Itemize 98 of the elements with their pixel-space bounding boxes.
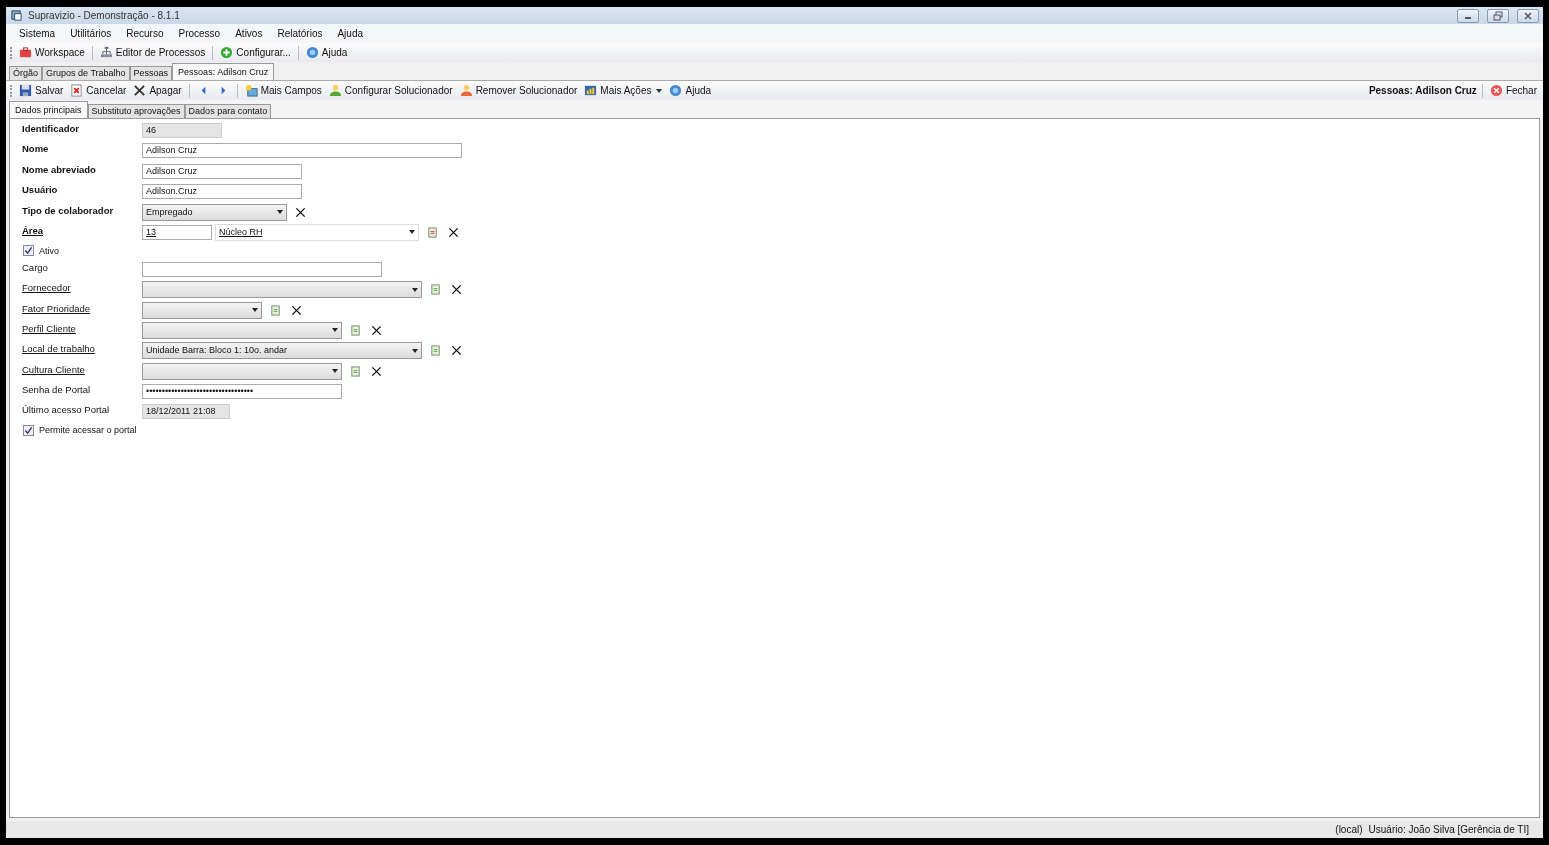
input-field[interactable]: Adilson Cruz [142, 163, 302, 179]
field-label: Senha de Portal [22, 384, 92, 396]
combo-box[interactable]: Empregado [142, 203, 287, 221]
toolbar-button[interactable]: Ajuda [303, 46, 350, 59]
checkbox[interactable] [23, 245, 34, 257]
close-icon [294, 206, 306, 218]
close-icon [290, 304, 302, 316]
toolbar-button[interactable]: Mais Campos [242, 84, 324, 97]
field-label: Identificador [22, 123, 80, 134]
caret-icon [656, 88, 663, 93]
close-button[interactable] [1517, 8, 1539, 23]
restore-icon [1493, 10, 1503, 21]
status-text: Usuário: João Silva [Gerência de TI] [1368, 824, 1529, 835]
checkbox-label: Permite acessar o portal [39, 425, 137, 436]
check-icon [24, 246, 33, 256]
close-icon [450, 284, 462, 296]
close-icon [370, 324, 382, 336]
document-icon [429, 284, 441, 296]
field-label: Usuário [22, 184, 59, 196]
document-icon [349, 365, 361, 377]
user-icon [328, 84, 342, 97]
menu-item[interactable]: Processo [178, 28, 221, 39]
toolbar-button[interactable]: Ajuda [667, 84, 714, 97]
input-field[interactable]: Adilson.Cruz [142, 184, 302, 200]
help-icon [305, 46, 319, 59]
plus-icon [220, 46, 234, 59]
input-field[interactable]: Adilson Cruz [142, 143, 462, 159]
tab[interactable]: Dados principais [9, 101, 88, 118]
field-link[interactable]: Cultura Cliente [22, 363, 139, 375]
tab[interactable]: Substituto aprovações [87, 104, 185, 118]
close-record-button[interactable]: Fechar [1487, 84, 1539, 97]
menu-item[interactable]: Recurso [126, 28, 164, 39]
floppy-icon [19, 84, 32, 97]
combo-box[interactable]: Núcleo RH [215, 223, 419, 241]
hierarchy-icon [99, 46, 113, 59]
code-field[interactable]: 13 [142, 224, 212, 240]
field-label: Nome [22, 143, 50, 155]
tab[interactable]: Pessoas: Adilson Cruz [172, 63, 275, 80]
combo-box[interactable]: Unidade Barra: Bloco 1: 10o. andar [142, 342, 422, 360]
tab[interactable]: Órgão [9, 66, 42, 80]
field-link[interactable]: Fator Prioridade [22, 302, 139, 314]
status-text: (local) [1335, 824, 1363, 835]
close-icon [1523, 10, 1533, 21]
toolbar-button[interactable]: Workspace [17, 46, 87, 59]
input-field[interactable]: •••••••••••••••••••••••••••••••••• [142, 384, 342, 400]
tab[interactable]: Grupos de Trabalho [42, 66, 130, 80]
checkbox-label: Ativo [39, 245, 59, 256]
minimize-icon [1465, 17, 1471, 19]
field-link[interactable]: Área [22, 224, 139, 236]
chart-icon [584, 84, 598, 97]
minimize-button[interactable] [1457, 8, 1479, 23]
menu-item[interactable]: Ajuda [337, 28, 364, 39]
document-icon [269, 304, 281, 316]
document-icon [349, 324, 361, 336]
app-icon [10, 9, 23, 22]
document-icon [426, 226, 438, 238]
field-link[interactable]: Perfil Cliente [22, 322, 139, 334]
tab[interactable]: Pessoas [129, 66, 173, 80]
menu-item[interactable]: Relatórios [277, 28, 323, 39]
toolbar-button[interactable]: Apagar [131, 84, 184, 97]
toolbar-button[interactable]: Mais Ações [582, 84, 665, 97]
restore-button[interactable] [1487, 8, 1509, 23]
menu-item[interactable]: Utilitários [70, 28, 112, 39]
tab[interactable]: Dados para contato [184, 104, 272, 118]
form-icon [244, 84, 258, 97]
menu-item[interactable]: Ativos [235, 28, 263, 39]
checkbox[interactable] [23, 424, 34, 436]
document-icon [429, 345, 441, 357]
field-label: Último acesso Portal [22, 404, 111, 416]
field-label: Cargo [22, 261, 49, 273]
input-field[interactable] [142, 261, 382, 277]
cancel-icon [70, 84, 84, 97]
menu-item[interactable]: Sistema [19, 28, 56, 39]
combo-box[interactable] [142, 362, 342, 380]
check-icon [24, 425, 33, 435]
field-label: Nome abreviado [22, 163, 97, 175]
close-icon [450, 345, 462, 357]
toolbar-button[interactable]: Remover Solucionador [457, 84, 580, 97]
record-title: Pessoas: Adilson Cruz [1368, 85, 1477, 96]
input-field[interactable]: 46 [142, 123, 222, 138]
field-link[interactable]: Fornecedor [22, 282, 139, 294]
window-title: Supravizio - Demonstração - 8.1.1 [28, 10, 180, 21]
input-field[interactable]: 18/12/2011 21:08 [142, 404, 230, 420]
user-icon [459, 84, 473, 97]
help-icon [669, 84, 683, 97]
toolbox-icon [19, 46, 32, 59]
close-icon [447, 226, 459, 238]
combo-box[interactable] [142, 301, 262, 319]
field-link[interactable]: Local de trabalho [22, 343, 139, 355]
toolbar-button[interactable]: Salvar [17, 84, 66, 97]
toolbar-button[interactable]: Configurar Solucionador [326, 84, 455, 97]
toolbar-button[interactable]: Cancelar [68, 84, 129, 97]
toolbar-button[interactable]: Editor de Processos [97, 46, 208, 59]
delete-icon [133, 84, 147, 97]
close-icon [1489, 84, 1503, 97]
close-icon [370, 365, 382, 377]
toolbar-button[interactable]: Configurar... [218, 46, 293, 59]
field-label: Tipo de colaborador [22, 204, 115, 216]
